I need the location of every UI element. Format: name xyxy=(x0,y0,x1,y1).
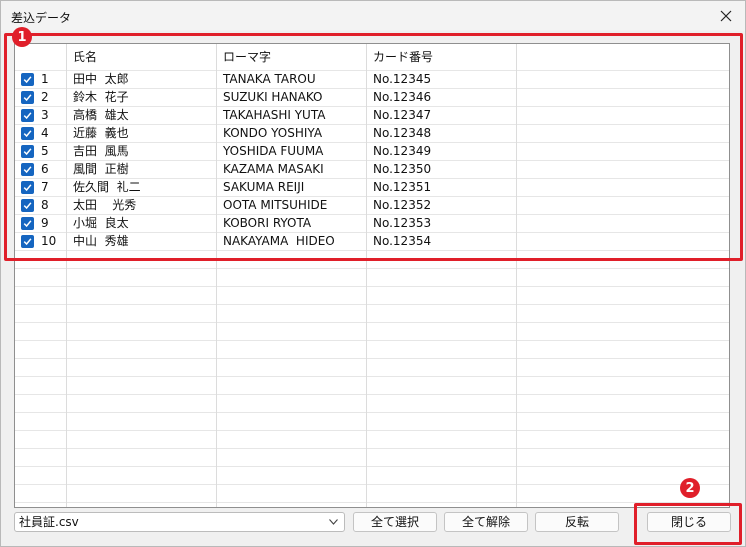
cell-roman[interactable]: NAKAYAMA HIDEO xyxy=(217,232,367,250)
deselect-all-button[interactable]: 全て解除 xyxy=(444,512,528,532)
cell-card-number[interactable]: No.12349 xyxy=(367,142,517,160)
row-number: 1 xyxy=(41,72,49,86)
row-checkbox[interactable] xyxy=(21,127,34,140)
cell-card-number[interactable]: No.12354 xyxy=(367,232,517,250)
cell-name[interactable]: 田中 太郎 xyxy=(67,70,217,88)
row-checkbox[interactable] xyxy=(21,217,34,230)
row-checkbox[interactable] xyxy=(21,181,34,194)
row-checkbox[interactable] xyxy=(21,91,34,104)
annotation-badge-1: 1 xyxy=(12,27,32,47)
cell-card-number[interactable]: No.12345 xyxy=(367,70,517,88)
row-number: 4 xyxy=(41,126,49,140)
row-number: 3 xyxy=(41,108,49,122)
row-checkbox[interactable] xyxy=(21,199,34,212)
close-button[interactable]: 閉じる xyxy=(647,512,731,532)
row-number: 8 xyxy=(41,198,49,212)
annotation-badge-2: 2 xyxy=(680,478,700,498)
cell-roman[interactable]: KONDO YOSHIYA xyxy=(217,124,367,142)
window-title: 差込データ xyxy=(11,11,72,25)
cell-roman[interactable]: SAKUMA REIJI xyxy=(217,178,367,196)
cell-name[interactable]: 高橋 雄太 xyxy=(67,106,217,124)
table-row[interactable]: 4 近藤 義也 KONDO YOSHIYA No.12348 xyxy=(15,124,729,142)
cell-card-number[interactable]: No.12347 xyxy=(367,106,517,124)
check-icon xyxy=(23,166,32,174)
check-icon xyxy=(23,76,32,84)
cell-name[interactable]: 小堀 良太 xyxy=(67,214,217,232)
row-number: 6 xyxy=(41,162,49,176)
csv-file-select[interactable]: 社員証.csv xyxy=(14,512,345,532)
cell-card-number[interactable]: No.12348 xyxy=(367,124,517,142)
row-number: 9 xyxy=(41,216,49,230)
cell-roman[interactable]: YOSHIDA FUUMA xyxy=(217,142,367,160)
chevron-down-icon xyxy=(329,519,338,525)
table-row[interactable]: 8 太田 光秀 OOTA MITSUHIDE No.12352 xyxy=(15,196,729,214)
check-icon xyxy=(23,112,32,120)
cell-roman[interactable]: SUZUKI HANAKO xyxy=(217,88,367,106)
row-checkbox[interactable] xyxy=(21,163,34,176)
cell-name[interactable]: 近藤 義也 xyxy=(67,124,217,142)
cell-card-number[interactable]: No.12350 xyxy=(367,160,517,178)
row-checkbox[interactable] xyxy=(21,109,34,122)
table-row[interactable]: 3 高橋 雄太 TAKAHASHI YUTA No.12347 xyxy=(15,106,729,124)
table-row[interactable]: 5 吉田 風馬 YOSHIDA FUUMA No.12349 xyxy=(15,142,729,160)
cell-name[interactable]: 中山 秀雄 xyxy=(67,232,217,250)
cell-card-number[interactable]: No.12346 xyxy=(367,88,517,106)
cell-name[interactable]: 鈴木 花子 xyxy=(67,88,217,106)
table-row[interactable]: 7 佐久間 礼二 SAKUMA REIJI No.12351 xyxy=(15,178,729,196)
table-row[interactable]: 9 小堀 良太 KOBORI RYOTA No.12353 xyxy=(15,214,729,232)
check-icon xyxy=(23,94,32,102)
check-icon xyxy=(23,238,32,246)
header-roman[interactable]: ローマ字 xyxy=(217,44,367,70)
cell-card-number[interactable]: No.12352 xyxy=(367,196,517,214)
close-window-button[interactable] xyxy=(715,6,737,26)
cell-roman[interactable]: KAZAMA MASAKI xyxy=(217,160,367,178)
header-card-number[interactable]: カード番号 xyxy=(367,44,517,70)
select-all-button[interactable]: 全て選択 xyxy=(353,512,437,532)
table-row[interactable]: 2 鈴木 花子 SUZUKI HANAKO No.12346 xyxy=(15,88,729,106)
row-number: 5 xyxy=(41,144,49,158)
cell-name[interactable]: 風間 正樹 xyxy=(67,160,217,178)
invert-selection-button[interactable]: 反転 xyxy=(535,512,619,532)
dialog-window: 差込データ 氏名 ローマ字 カード番号 1 田中 太郎 TANAKA TAROU No… xyxy=(0,0,746,547)
data-grid[interactable]: 氏名 ローマ字 カード番号 1 田中 太郎 TANAKA TAROU No.12345… xyxy=(14,43,730,508)
cell-name[interactable]: 太田 光秀 xyxy=(67,196,217,214)
row-number: 2 xyxy=(41,90,49,104)
check-icon xyxy=(23,148,32,156)
row-number: 10 xyxy=(41,234,57,248)
cell-card-number[interactable]: No.12351 xyxy=(367,178,517,196)
check-icon xyxy=(23,184,32,192)
check-icon xyxy=(23,202,32,210)
table-row[interactable]: 1 田中 太郎 TANAKA TAROU No.12345 xyxy=(15,70,729,88)
cell-card-number[interactable]: No.12353 xyxy=(367,214,517,232)
table-row[interactable]: 6 風間 正樹 KAZAMA MASAKI No.12350 xyxy=(15,160,729,178)
csv-file-value: 社員証.csv xyxy=(19,515,79,529)
cell-name[interactable]: 佐久間 礼二 xyxy=(67,178,217,196)
check-icon xyxy=(23,130,32,138)
cell-name[interactable]: 吉田 風馬 xyxy=(67,142,217,160)
header-name[interactable]: 氏名 xyxy=(67,44,217,70)
cell-roman[interactable]: KOBORI RYOTA xyxy=(217,214,367,232)
table-row[interactable]: 10 中山 秀雄 NAKAYAMA HIDEO No.12354 xyxy=(15,232,729,250)
cell-roman[interactable]: OOTA MITSUHIDE xyxy=(217,196,367,214)
row-checkbox[interactable] xyxy=(21,73,34,86)
close-icon xyxy=(720,10,732,22)
row-number: 7 xyxy=(41,180,49,194)
row-checkbox[interactable] xyxy=(21,235,34,248)
row-checkbox[interactable] xyxy=(21,145,34,158)
check-icon xyxy=(23,220,32,228)
cell-roman[interactable]: TAKAHASHI YUTA xyxy=(217,106,367,124)
title-bar: 差込データ xyxy=(1,1,745,31)
cell-roman[interactable]: TANAKA TAROU xyxy=(217,70,367,88)
